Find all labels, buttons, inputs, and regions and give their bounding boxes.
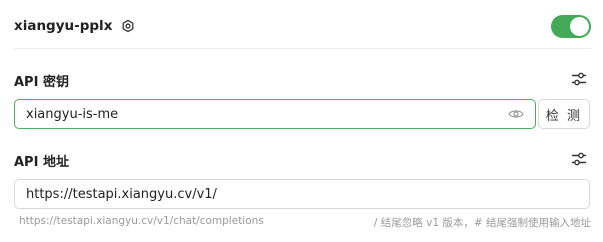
api-url-hint: / 结尾忽略 v1 版本，# 结尾强制使用输入地址: [373, 217, 591, 229]
provider-name: xiangyu-pplx: [14, 18, 113, 34]
api-url-label: API 地址: [14, 155, 69, 170]
api-url-field[interactable]: [14, 179, 590, 209]
adjust-icon[interactable]: [571, 151, 587, 167]
adjust-icon[interactable]: [571, 71, 587, 87]
api-key-label: API 密钥: [14, 75, 69, 90]
toggle-knob: [570, 17, 589, 36]
check-button[interactable]: 检 测: [538, 99, 590, 129]
header-divider: [14, 48, 591, 49]
settings-icon[interactable]: [120, 18, 136, 34]
provider-header: xiangyu-pplx: [14, 6, 591, 46]
api-key-field[interactable]: [14, 99, 536, 129]
eye-icon[interactable]: [507, 105, 525, 123]
api-url-input[interactable]: [15, 186, 589, 202]
api-key-input[interactable]: [15, 106, 507, 122]
provider-enabled-toggle[interactable]: [551, 15, 591, 38]
api-url-preview: https://testapi.xiangyu.cv/v1/chat/compl…: [19, 215, 264, 227]
